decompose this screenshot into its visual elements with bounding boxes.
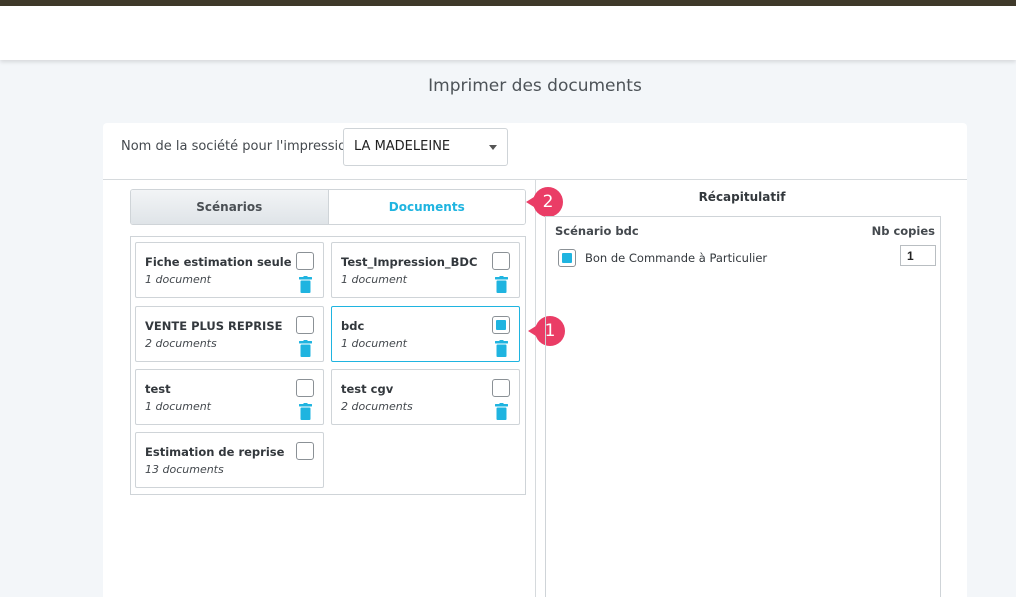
company-select-value: LA MADELEINE bbox=[354, 139, 451, 154]
recap-document-name: Bon de Commande à Particulier bbox=[585, 251, 768, 265]
scenario-checkbox[interactable] bbox=[296, 379, 314, 397]
column-divider bbox=[535, 180, 536, 597]
scenario-grid: Fiche estimation seule 1 document Test_I… bbox=[130, 236, 526, 495]
scenario-name: Estimation de reprise bbox=[145, 445, 285, 459]
scenario-name: bdc bbox=[341, 319, 365, 333]
company-label: Nom de la société pour l'impression bbox=[121, 139, 355, 154]
copies-input[interactable] bbox=[900, 245, 936, 266]
scenario-checkbox[interactable] bbox=[492, 379, 510, 397]
company-row: Nom de la société pour l'impression LA M… bbox=[103, 123, 967, 180]
recap-panel: Scénario bdc Nb copies Bon de Commande à… bbox=[545, 216, 941, 597]
page-title: Imprimer des documents bbox=[428, 76, 642, 96]
recap-title: Récapitulatif bbox=[698, 190, 786, 204]
scenario-doc-count: 1 document bbox=[145, 400, 211, 413]
scenario-doc-count: 1 document bbox=[341, 273, 407, 286]
scenario-card[interactable]: Test_Impression_BDC 1 document bbox=[331, 242, 520, 298]
tab-bar: Scénarios Documents bbox=[130, 189, 526, 225]
caret-down-icon bbox=[489, 145, 497, 150]
scenario-doc-count: 2 documents bbox=[145, 337, 217, 350]
scenario-name: test cgv bbox=[341, 382, 394, 396]
trash-icon[interactable] bbox=[495, 403, 508, 420]
scenario-doc-count: 2 documents bbox=[341, 400, 413, 413]
scenario-name: Test_Impression_BDC bbox=[341, 255, 478, 269]
copies-header: Nb copies bbox=[871, 224, 935, 238]
scenario-doc-count: 1 document bbox=[145, 273, 211, 286]
trash-icon[interactable] bbox=[495, 340, 508, 357]
print-panel: Nom de la société pour l'impression LA M… bbox=[103, 123, 967, 597]
scenario-checkbox[interactable] bbox=[492, 316, 510, 334]
scenario-checkbox[interactable] bbox=[296, 316, 314, 334]
scenario-doc-count: 1 document bbox=[341, 337, 407, 350]
scenario-card[interactable]: VENTE PLUS REPRISE 2 documents bbox=[135, 306, 324, 362]
scenario-card[interactable]: test 1 document bbox=[135, 369, 324, 425]
scenario-card[interactable]: test cgv 2 documents bbox=[331, 369, 520, 425]
scenario-name: Fiche estimation seule bbox=[145, 255, 292, 269]
trash-icon[interactable] bbox=[299, 276, 312, 293]
scenario-doc-count: 13 documents bbox=[145, 463, 224, 476]
recap-document-checkbox[interactable] bbox=[558, 249, 576, 267]
app-header bbox=[0, 6, 1016, 60]
scenario-name: test bbox=[145, 382, 171, 396]
scenario-checkbox[interactable] bbox=[296, 442, 314, 460]
trash-icon[interactable] bbox=[299, 403, 312, 420]
company-select[interactable]: LA MADELEINE bbox=[343, 128, 508, 166]
trash-icon[interactable] bbox=[495, 276, 508, 293]
trash-icon[interactable] bbox=[299, 340, 312, 357]
tab-scenarios[interactable]: Scénarios bbox=[131, 190, 329, 224]
scenario-card[interactable]: Fiche estimation seule 1 document bbox=[135, 242, 324, 298]
scenario-card[interactable]: Estimation de reprise 13 documents bbox=[135, 432, 324, 488]
scenario-checkbox[interactable] bbox=[492, 252, 510, 270]
scenario-name: VENTE PLUS REPRISE bbox=[145, 319, 283, 333]
tab-documents[interactable]: Documents bbox=[328, 190, 525, 224]
scenario-checkbox[interactable] bbox=[296, 252, 314, 270]
scenario-card-selected[interactable]: bdc 1 document bbox=[331, 306, 520, 362]
recap-scenario-name: Scénario bdc bbox=[555, 224, 639, 238]
